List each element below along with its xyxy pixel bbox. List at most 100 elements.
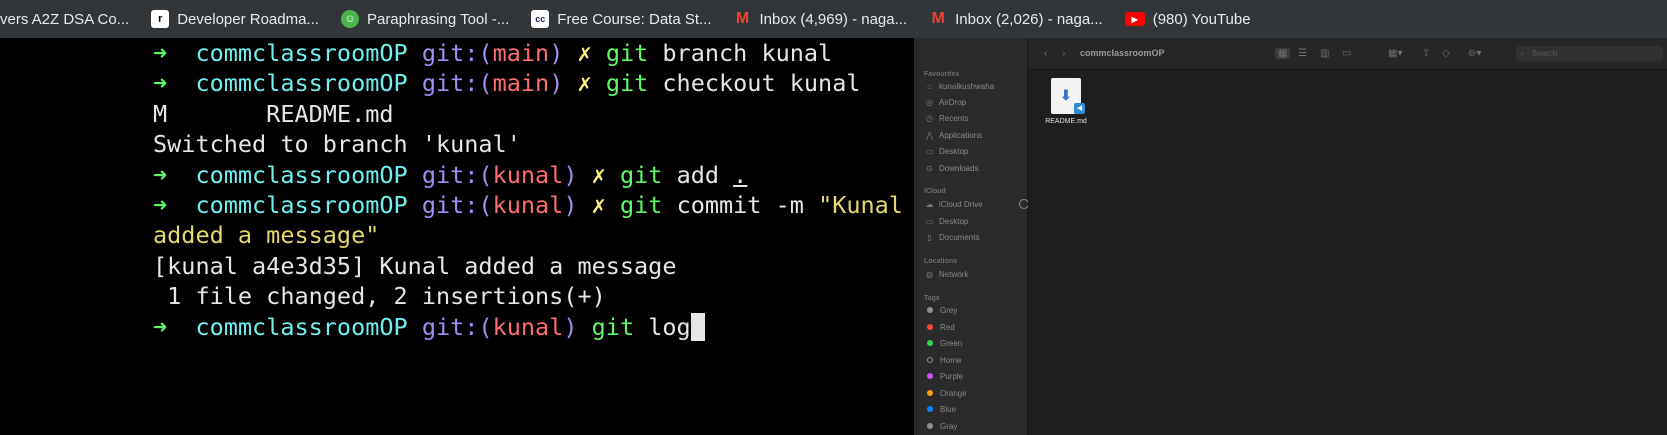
sidebar-tag-blue[interactable]: Blue: [925, 403, 1025, 415]
list-view-icon[interactable]: ☰: [1298, 48, 1307, 59]
forward-icon[interactable]: ›: [1062, 48, 1065, 59]
vscode-badge-icon: ◀: [1074, 103, 1085, 114]
sidebar-tag-gray[interactable]: Gray: [925, 420, 1025, 432]
network-icon: ◍: [926, 269, 933, 279]
sidebar-item-label: kunalkushwaha: [939, 81, 995, 91]
sidebar-item-label: Desktop: [939, 216, 969, 226]
terminal-output: M README.md: [153, 99, 394, 128]
terminal-output: [kunal a4e3d35] Kunal added a message: [153, 251, 677, 280]
terminal-line: ➜ commclassroomOP git:(kunal) git log: [153, 312, 914, 342]
bookmark-youtube[interactable]: ▶ (980) YouTube: [1113, 0, 1261, 38]
sidebar-item-downloads[interactable]: ⊙ Downloads: [925, 162, 1025, 174]
command-path: .: [733, 160, 748, 189]
prompt-branch: main: [492, 69, 550, 98]
prompt-dir: commclassroomOP: [195, 160, 408, 189]
gallery-view-icon[interactable]: ▭: [1342, 48, 1351, 59]
prompt-arrow-icon: ➜: [153, 160, 168, 189]
prompt-git: git:(: [421, 160, 493, 189]
sidebar-item-label: Desktop: [939, 146, 969, 156]
sidebar-tag-grey[interactable]: Grey: [925, 304, 1025, 316]
bookmark-label: Free Course: Data St...: [557, 10, 712, 28]
sidebar-tag-purple[interactable]: Purple: [925, 370, 1025, 382]
command-string-cont: added a message": [153, 221, 380, 250]
bookmark-inbox-1[interactable]: M Inbox (4,969) - naga...: [722, 0, 918, 38]
command-args: add: [662, 160, 734, 189]
bookmark-developer-roadmap[interactable]: r Developer Roadma...: [139, 0, 329, 38]
prompt-branch: kunal: [492, 312, 564, 341]
bookmark-inbox-2[interactable]: M Inbox (2,026) - naga...: [917, 0, 1113, 38]
sidebar-item-airdrop[interactable]: ◎ AirDrop: [925, 96, 1025, 108]
command: git: [605, 69, 649, 98]
tag-dot-icon: [927, 307, 933, 313]
sidebar-item-recents[interactable]: ◷ Recents: [925, 112, 1025, 124]
sidebar-item-label: AirDrop: [939, 97, 967, 107]
sidebar-item-network[interactable]: ◍ Network: [925, 268, 1025, 280]
sidebar-section-tags: Tags: [924, 295, 940, 302]
sidebar-tag-orange[interactable]: Orange: [925, 387, 1025, 399]
desktop-icon: ▭: [925, 146, 934, 156]
sidebar-item-label: Purple: [940, 371, 964, 381]
bookmark-label: (980) YouTube: [1152, 10, 1251, 28]
sidebar-item-applications[interactable]: ⋀ Applications: [925, 129, 1025, 141]
column-view-icon[interactable]: ▥: [1320, 48, 1329, 59]
command-args: commit -m: [662, 190, 819, 219]
airdrop-icon: ◎: [926, 97, 933, 107]
back-icon[interactable]: ‹: [1044, 48, 1047, 59]
sidebar-item-label: Green: [940, 338, 963, 348]
search-input[interactable]: ⌕ Search: [1516, 46, 1663, 61]
prompt-dir: commclassroomOP: [195, 312, 408, 341]
tag-icon[interactable]: ◇: [1442, 48, 1450, 59]
sidebar-item-desktop[interactable]: ▭ Desktop: [925, 145, 1025, 157]
sidebar-item-label: Gray: [940, 421, 958, 431]
terminal-pane[interactable]: ➜ commclassroomOP git:(main) ✗ git branc…: [0, 38, 914, 435]
cc-icon: cc: [531, 10, 550, 28]
document-icon: ▯: [927, 232, 932, 242]
share-icon[interactable]: ⇧: [1422, 48, 1430, 59]
file-item-readme[interactable]: ⬇ ◀ README.md: [1043, 78, 1089, 125]
bookmark-a2z-dsa[interactable]: vers A2Z DSA Co...: [0, 0, 139, 38]
search-icon: ⌕: [1520, 49, 1525, 58]
prompt-git: ): [563, 190, 578, 219]
command-args: branch kunal: [648, 39, 833, 67]
gmail-icon: M: [735, 10, 750, 27]
prompt-git: git:(: [421, 39, 493, 67]
terminal-line: ➜ commclassroomOP git:(kunal) ✗ git comm…: [153, 190, 914, 220]
bookmark-free-course[interactable]: cc Free Course: Data St...: [519, 0, 721, 38]
prompt-arrow-icon: ➜: [153, 69, 168, 98]
sidebar-item-label: Recents: [939, 113, 969, 123]
sidebar-item-documents[interactable]: ▯ Documents: [925, 231, 1025, 243]
prompt-dir: commclassroomOP: [195, 39, 408, 67]
sidebar-section-icloud: iCloud: [924, 188, 946, 195]
finder-toolbar: ‹ › commclassroomOP ▦ ☰ ▥ ▭ ▦▾ ⇧ ◇ ⊖▾ ⌕ …: [1028, 38, 1667, 70]
quillbot-icon: ☺: [340, 10, 359, 28]
prompt-git: ): [563, 312, 578, 341]
terminal-output: 1 file changed, 2 insertions(+): [153, 282, 606, 311]
command: git: [605, 39, 649, 67]
sidebar-tag-home[interactable]: Home: [925, 354, 1025, 366]
desktop-icon: ▭: [925, 216, 934, 226]
youtube-icon: ▶: [1124, 12, 1145, 26]
terminal-output: Switched to branch 'kunal': [153, 130, 521, 159]
dirty-icon: ✗: [591, 160, 606, 189]
terminal-line: ➜ commclassroomOP git:(main) ✗ git check…: [153, 68, 914, 98]
tag-dot-icon: [927, 406, 933, 412]
sidebar-item-icloud-desktop[interactable]: ▭ Desktop: [925, 215, 1025, 227]
more-icon[interactable]: ⊖▾: [1468, 48, 1481, 59]
group-icon[interactable]: ▦▾: [1388, 48, 1402, 59]
sidebar-tag-red[interactable]: Red: [925, 321, 1025, 333]
sidebar-item-home[interactable]: ⌂ kunalkushwaha: [925, 80, 1025, 92]
icon-view-icon[interactable]: ▦: [1275, 48, 1291, 59]
sidebar-tag-green[interactable]: Green: [925, 337, 1025, 349]
tag-dot-icon: [927, 423, 933, 429]
bookmark-paraphrasing-tool[interactable]: ☺ Paraphrasing Tool -...: [329, 0, 519, 38]
search-placeholder: Search: [1532, 49, 1558, 58]
download-icon: ⊙: [926, 163, 933, 173]
prompt-git: git:(: [421, 190, 493, 219]
sidebar-item-label: Documents: [939, 232, 980, 242]
sidebar-item-icloud-drive[interactable]: ☁ iCloud Drive: [925, 198, 1029, 210]
command-string: "Kunal: [818, 190, 903, 219]
terminal-line: ➜ commclassroomOP git:(kunal) ✗ git add …: [153, 160, 914, 190]
gmail-icon: M: [931, 10, 945, 27]
finder-title: commclassroomOP: [1080, 48, 1165, 58]
prompt-arrow-icon: ➜: [153, 312, 168, 341]
